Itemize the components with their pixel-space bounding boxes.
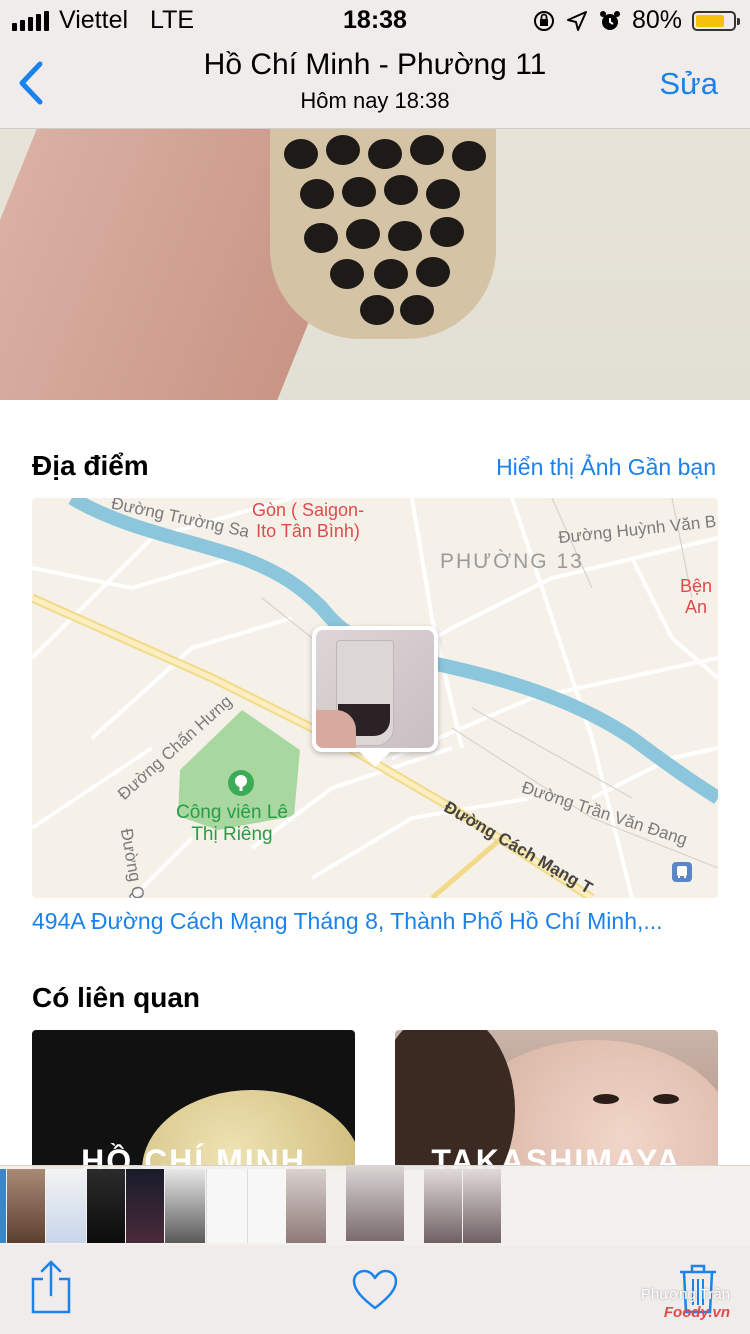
photo-location-pin[interactable] bbox=[312, 626, 438, 767]
location-heading: Địa điểm bbox=[32, 450, 149, 481]
alarm-icon bbox=[599, 10, 620, 30]
battery-percent: 80% bbox=[631, 6, 682, 34]
thumbnail[interactable] bbox=[46, 1169, 86, 1243]
thumbnail-strip[interactable] bbox=[0, 1165, 750, 1246]
heart-icon[interactable] bbox=[352, 1269, 398, 1311]
park-label: Công viên Lê bbox=[176, 802, 288, 823]
location-arrow-icon bbox=[566, 10, 587, 31]
bottom-toolbar bbox=[0, 1245, 750, 1334]
photo-view[interactable] bbox=[0, 129, 750, 400]
thumbnail[interactable] bbox=[165, 1169, 205, 1243]
location-address[interactable]: 494A Đường Cách Mạng Tháng 8, Thành Phố … bbox=[32, 908, 722, 935]
bus-stop-icon bbox=[672, 862, 692, 882]
related-card[interactable]: TAKASHIMAYA bbox=[395, 1030, 718, 1170]
share-icon[interactable] bbox=[30, 1259, 72, 1315]
watermark-brand: Foody.vn bbox=[663, 1304, 730, 1321]
show-nearby-photos-link[interactable]: Hiển thị Ảnh Gần bạn bbox=[496, 454, 716, 481]
thumbnail[interactable] bbox=[0, 1169, 6, 1243]
thumbnail[interactable] bbox=[7, 1169, 45, 1243]
page-title: Hồ Chí Minh - Phường 11 bbox=[203, 48, 547, 81]
pin-thumbnail bbox=[316, 630, 434, 748]
thumbnail[interactable] bbox=[286, 1169, 326, 1243]
poi-label: An bbox=[685, 597, 708, 617]
battery-icon bbox=[692, 10, 740, 31]
poi-label: Bện bbox=[680, 576, 713, 596]
thumbnail[interactable] bbox=[424, 1169, 462, 1243]
photo-cup bbox=[270, 129, 496, 339]
edit-button[interactable]: Sửa bbox=[659, 66, 718, 102]
poi-label: Gòn ( Saigon- bbox=[252, 500, 365, 520]
thumbnail[interactable] bbox=[206, 1169, 247, 1243]
thumbnail[interactable] bbox=[247, 1169, 286, 1243]
related-card[interactable]: HỒ CHÍ MINH bbox=[32, 1030, 355, 1170]
thumbnail[interactable] bbox=[126, 1169, 164, 1243]
poi-label: Ito Tân Bình) bbox=[256, 521, 360, 541]
related-heading: Có liên quan bbox=[32, 982, 200, 1013]
park-tree-icon bbox=[228, 770, 254, 796]
location-map[interactable]: Đường Trường Sa Đường Huỳnh Văn B Đường … bbox=[32, 498, 718, 898]
district-label: PHƯỜNG 13 bbox=[440, 550, 584, 573]
status-bar: Viettel LTE 18:38 80% bbox=[0, 0, 750, 40]
thumbnail[interactable] bbox=[463, 1169, 501, 1243]
orientation-lock-icon bbox=[533, 10, 554, 31]
thumbnail-selected[interactable] bbox=[346, 1165, 404, 1241]
watermark-author: Phương Trần bbox=[640, 1286, 730, 1303]
page-subtitle: Hôm nay 18:38 bbox=[300, 88, 450, 113]
park-label: Thị Riêng bbox=[191, 824, 273, 845]
watermark: Phương Trần Foody.vn bbox=[641, 1286, 730, 1322]
thumbnail[interactable] bbox=[87, 1169, 125, 1243]
navigation-bar: Hồ Chí Minh - Phường 11 Hôm nay 18:38 Sử… bbox=[0, 40, 750, 129]
